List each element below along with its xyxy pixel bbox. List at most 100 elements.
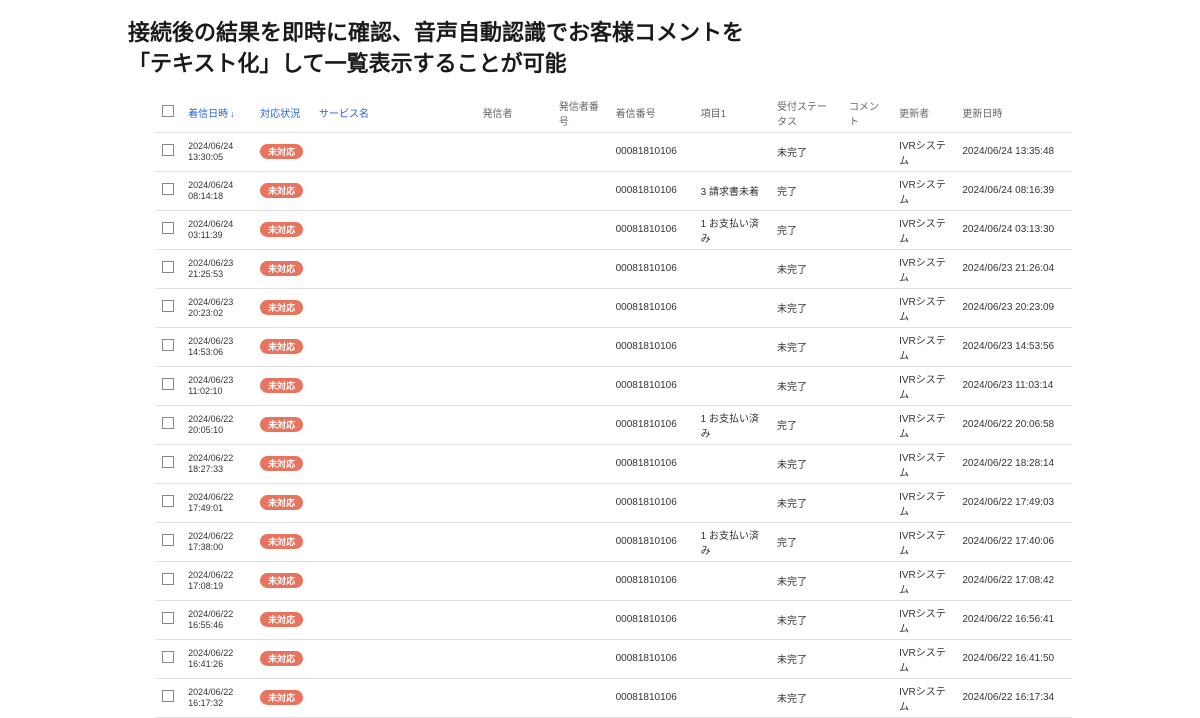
checkbox-icon[interactable] [162,651,174,663]
cell-sender [477,522,553,561]
cell-recv-datetime: 2024/06/2218:27:33 [182,444,254,483]
results-table: 着信日時↓ 対応状況 サービス名 発信者 発信者番号 着信番号 項目1 受付ステ… [156,94,1072,718]
checkbox-icon[interactable] [162,612,174,624]
cell-sender [477,327,553,366]
checkbox-icon[interactable] [162,690,174,702]
table-row[interactable]: 2024/06/2408:14:18未対応000818101063 請求書未着完… [156,171,1072,210]
col-response-status[interactable]: 対応状況 [254,94,313,133]
cell-sender-tel [553,327,610,366]
cell-recv-datetime: 2024/06/2408:14:18 [182,171,254,210]
cell-response-status: 未対応 [254,561,313,600]
checkbox-icon[interactable] [162,144,174,156]
col-item1[interactable]: 項目1 [695,94,771,133]
table-row[interactable]: 2024/06/2218:27:33未対応00081810106未完了IVRシス… [156,444,1072,483]
table-row[interactable]: 2024/06/2220:05:10未対応000818101061 お支払い済み… [156,405,1072,444]
col-recv-tel[interactable]: 着信番号 [610,94,695,133]
cell-recv-status: 未完了 [771,483,843,522]
cell-sender-tel [553,600,610,639]
col-recv-datetime[interactable]: 着信日時↓ [182,94,254,133]
table-row[interactable]: 2024/06/2321:25:53未対応00081810106未完了IVRシス… [156,249,1072,288]
cell-sender-tel [553,678,610,717]
cell-sender-tel [553,288,610,327]
table-row[interactable]: 2024/06/2311:02:10未対応00081810106未完了IVRシス… [156,366,1072,405]
row-checkbox-cell[interactable] [156,639,182,678]
row-checkbox-cell[interactable] [156,249,182,288]
row-checkbox-cell[interactable] [156,483,182,522]
table-row[interactable]: 2024/06/2217:49:01未対応00081810106未完了IVRシス… [156,483,1072,522]
cell-recv-status: 未完了 [771,678,843,717]
checkbox-icon[interactable] [162,300,174,312]
cell-update-dt: 2024/06/22 17:49:03 [956,483,1072,522]
table-row[interactable]: 2024/06/2216:41:26未対応00081810106未完了IVRシス… [156,639,1072,678]
cell-recv-tel: 00081810106 [610,210,695,249]
col-sender[interactable]: 発信者 [477,94,553,133]
status-badge: 未対応 [260,300,303,315]
cell-item1 [695,639,771,678]
table-row[interactable]: 2024/06/2403:11:39未対応000818101061 お支払い済み… [156,210,1072,249]
col-updater[interactable]: 更新者 [893,94,956,133]
cell-service-name [313,678,477,717]
cell-recv-tel: 00081810106 [610,483,695,522]
checkbox-icon[interactable] [162,105,174,117]
checkbox-icon[interactable] [162,573,174,585]
row-checkbox-cell[interactable] [156,132,182,171]
checkbox-icon[interactable] [162,183,174,195]
checkbox-icon[interactable] [162,222,174,234]
cell-recv-tel: 00081810106 [610,171,695,210]
table-row[interactable]: 2024/06/2217:38:00未対応000818101061 お支払い済み… [156,522,1072,561]
row-checkbox-cell[interactable] [156,444,182,483]
row-checkbox-cell[interactable] [156,600,182,639]
row-checkbox-cell[interactable] [156,210,182,249]
cell-response-status: 未対応 [254,366,313,405]
row-checkbox-cell[interactable] [156,171,182,210]
col-select-all[interactable] [156,94,182,133]
cell-item1 [695,132,771,171]
table-row[interactable]: 2024/06/2216:17:32未対応00081810106未完了IVRシス… [156,678,1072,717]
cell-service-name [313,171,477,210]
cell-sender-tel [553,249,610,288]
table-row[interactable]: 2024/06/2216:55:46未対応00081810106未完了IVRシス… [156,600,1072,639]
table-row[interactable]: 2024/06/2314:53:06未対応00081810106未完了IVRシス… [156,327,1072,366]
status-badge: 未対応 [260,612,303,627]
checkbox-icon[interactable] [162,495,174,507]
checkbox-icon[interactable] [162,456,174,468]
cell-sender-tel [553,483,610,522]
cell-item1 [695,483,771,522]
cell-recv-status: 未完了 [771,639,843,678]
cell-update-dt: 2024/06/23 14:53:56 [956,327,1072,366]
table-row[interactable]: 2024/06/2217:08:19未対応00081810106未完了IVRシス… [156,561,1072,600]
col-sender-tel[interactable]: 発信者番号 [553,94,610,133]
table-row[interactable]: 2024/06/2413:30:05未対応00081810106未完了IVRシス… [156,132,1072,171]
cell-updater: IVRシステム [893,366,956,405]
row-checkbox-cell[interactable] [156,366,182,405]
row-checkbox-cell[interactable] [156,522,182,561]
cell-response-status: 未対応 [254,210,313,249]
cell-service-name [313,249,477,288]
cell-recv-tel: 00081810106 [610,600,695,639]
row-checkbox-cell[interactable] [156,405,182,444]
table-row[interactable]: 2024/06/2320:23:02未対応00081810106未完了IVRシス… [156,288,1072,327]
checkbox-icon[interactable] [162,534,174,546]
row-checkbox-cell[interactable] [156,288,182,327]
cell-recv-tel: 00081810106 [610,678,695,717]
status-badge: 未対応 [260,378,303,393]
cell-comment [843,366,893,405]
checkbox-icon[interactable] [162,261,174,273]
row-checkbox-cell[interactable] [156,327,182,366]
cell-recv-datetime: 2024/06/2216:41:26 [182,639,254,678]
row-checkbox-cell[interactable] [156,678,182,717]
cell-update-dt: 2024/06/22 16:41:50 [956,639,1072,678]
cell-sender-tel [553,561,610,600]
cell-service-name [313,327,477,366]
col-service-name[interactable]: サービス名 [313,94,477,133]
status-badge: 未対応 [260,456,303,471]
row-checkbox-cell[interactable] [156,561,182,600]
checkbox-icon[interactable] [162,417,174,429]
col-comment[interactable]: コメント [843,94,893,133]
checkbox-icon[interactable] [162,378,174,390]
cell-item1 [695,444,771,483]
col-update-dt[interactable]: 更新日時 [956,94,1072,133]
cell-recv-status: 未完了 [771,132,843,171]
col-recv-status[interactable]: 受付ステータス [771,94,843,133]
checkbox-icon[interactable] [162,339,174,351]
